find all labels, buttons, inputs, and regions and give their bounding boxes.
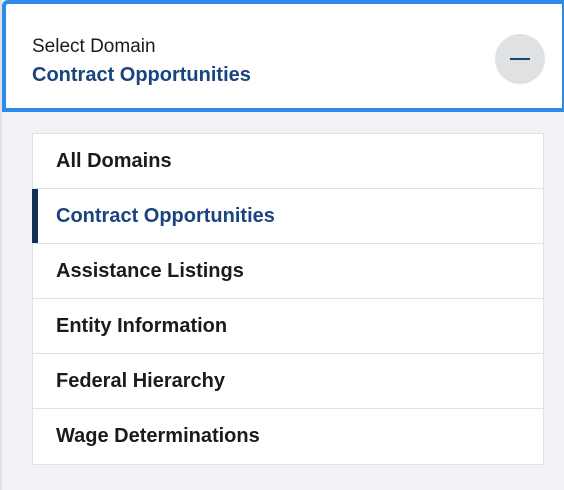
domain-selector-panel: Select Domain Contract Opportunities All…	[0, 0, 564, 490]
domain-list: All Domains Contract Opportunities Assis…	[32, 133, 544, 465]
domain-item-federal-hierarchy[interactable]: Federal Hierarchy	[33, 354, 543, 409]
domain-selector-header[interactable]: Select Domain Contract Opportunities	[2, 0, 564, 112]
selected-domain-value: Contract Opportunities	[32, 64, 251, 86]
domain-item-entity-information[interactable]: Entity Information	[33, 299, 543, 354]
minus-icon	[510, 58, 530, 60]
domain-item-wage-determinations[interactable]: Wage Determinations	[33, 409, 543, 464]
domain-item-all-domains[interactable]: All Domains	[33, 134, 543, 189]
domain-item-assistance-listings[interactable]: Assistance Listings	[33, 244, 543, 299]
select-domain-label: Select Domain	[32, 36, 156, 57]
domain-item-contract-opportunities[interactable]: Contract Opportunities	[32, 189, 543, 244]
collapse-button[interactable]	[495, 34, 545, 84]
